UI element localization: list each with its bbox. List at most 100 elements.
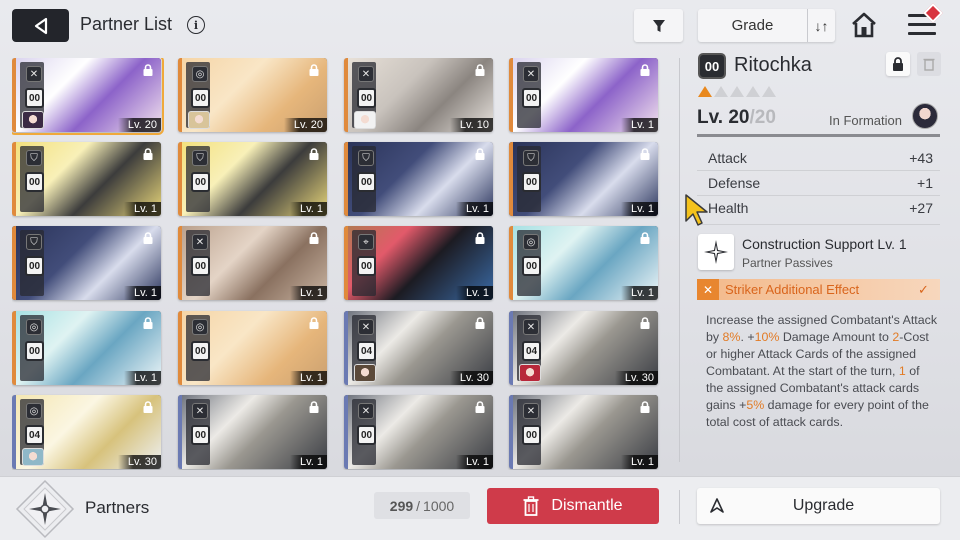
partner-card[interactable]: ✕ 00 Lv. 1 [178, 395, 327, 469]
striker-class-icon: ✕ [358, 319, 374, 335]
partner-card[interactable]: ◎ 00 Lv. 20 [178, 58, 327, 132]
card-cost: 00 [522, 172, 541, 192]
star-empty-icon [762, 86, 776, 97]
card-level: Lv. 1 [455, 286, 493, 300]
lock-toggle-button[interactable] [886, 52, 910, 76]
card-cost: 00 [191, 341, 210, 361]
partner-card[interactable]: ◎ 04 Lv. 30 [12, 395, 161, 469]
star-empty-icon [746, 86, 760, 97]
card-cost: 00 [191, 256, 210, 276]
rarity-edge [178, 142, 182, 216]
card-level: Lv. 30 [614, 371, 658, 385]
partner-card[interactable]: ✕ 00 Lv. 10 [344, 58, 493, 132]
filter-button[interactable] [634, 9, 683, 42]
lock-icon [141, 231, 155, 245]
partner-count-separator: / [416, 497, 421, 514]
partner-card[interactable]: ✕ 00 Lv. 1 [344, 395, 493, 469]
lock-icon [307, 316, 321, 330]
stat-value: +1 [917, 175, 933, 191]
rarity-edge [509, 311, 513, 385]
lock-icon [473, 147, 487, 161]
assigned-combatant-avatar [22, 448, 44, 466]
home-icon[interactable] [850, 11, 878, 39]
partner-card[interactable]: ⛉ 00 Lv. 1 [178, 142, 327, 216]
striker-class-icon: ✕ [358, 403, 374, 419]
dismantle-single-button[interactable] [917, 52, 941, 76]
striker-class-icon: ✕ [523, 319, 539, 335]
in-formation-label: In Formation [829, 113, 902, 128]
partner-card[interactable]: ⛉ 00 Lv. 1 [12, 226, 161, 300]
lock-icon [638, 400, 652, 414]
partner-card[interactable]: ◎ 00 Lv. 1 [12, 311, 161, 385]
lock-icon [638, 316, 652, 330]
lock-icon [638, 231, 652, 245]
rarity-edge [178, 311, 182, 385]
level-current: Lv. 20 [697, 107, 750, 128]
lock-icon [473, 316, 487, 330]
dismantle-label: Dismantle [551, 497, 623, 514]
grade-label: Grade [731, 17, 774, 34]
striker-effect-label: Striker Additional Effect [725, 282, 860, 297]
partner-card[interactable]: ✕ 00 Lv. 1 [178, 226, 327, 300]
card-level: Lv. 10 [449, 118, 493, 132]
stat-divider [697, 224, 940, 225]
card-cost: 00 [522, 425, 541, 445]
controller-class-icon: ◎ [192, 66, 208, 82]
formation-combatant-avatar[interactable] [912, 103, 938, 129]
partner-card[interactable]: ✕ 00 Lv. 20 [12, 58, 164, 135]
lock-icon [141, 63, 155, 77]
level-display: Lv. 20/20 [697, 107, 776, 129]
partner-card[interactable]: ⛉ 00 Lv. 1 [509, 142, 658, 216]
rarity-edge [344, 395, 348, 469]
controller-class-icon: ◎ [26, 319, 42, 335]
card-level: Lv. 1 [123, 286, 161, 300]
trash-icon [923, 58, 935, 71]
partner-card[interactable]: ⛉ 00 Lv. 1 [344, 142, 493, 216]
striker-effect-bar[interactable]: ✕ Striker Additional Effect ✓ [697, 279, 940, 300]
partner-passive-icon[interactable] [698, 234, 734, 270]
partner-card[interactable]: ✕ 04 Lv. 30 [344, 311, 493, 385]
striker-class-icon: ✕ [358, 66, 374, 82]
star-empty-icon [730, 86, 744, 97]
card-level: Lv. 1 [620, 286, 658, 300]
sort-order-icon[interactable]: ↓↑ [807, 9, 835, 42]
striker-class-icon: ✕ [523, 403, 539, 419]
card-level: Lv. 1 [620, 202, 658, 216]
lock-icon [473, 231, 487, 245]
rarity-edge [344, 311, 348, 385]
partner-card[interactable]: ⛉ 00 Lv. 1 [12, 142, 161, 216]
cost-badge: 00 [698, 53, 726, 79]
stat-row-attack: Attack +43 [708, 150, 933, 166]
partner-card[interactable]: ⌖ 00 Lv. 1 [344, 226, 493, 300]
card-level: Lv. 1 [455, 455, 493, 469]
partner-card[interactable]: ✕ 00 Lv. 1 [509, 395, 658, 469]
partner-count: 299/1000 [374, 492, 470, 519]
description-highlight: 10% [754, 330, 780, 344]
rarity-edge [178, 395, 182, 469]
lock-icon [638, 63, 652, 77]
partner-card[interactable]: ✕ 00 Lv. 1 [509, 58, 658, 132]
lock-icon [141, 147, 155, 161]
assigned-combatant-avatar [22, 111, 44, 129]
upgrade-button[interactable]: Upgrade [697, 488, 940, 524]
assigned-combatant-avatar [188, 111, 210, 129]
partner-card[interactable]: ✕ 04 Lv. 30 [509, 311, 658, 385]
card-cost: 00 [522, 256, 541, 276]
card-cost: 00 [357, 172, 376, 192]
checkmark-icon: ✓ [918, 281, 929, 297]
grade-sort-button[interactable]: Grade ↓↑ [698, 9, 835, 42]
card-cost: 00 [25, 341, 44, 361]
striker-class-icon: ✕ [523, 66, 539, 82]
lock-icon [473, 63, 487, 77]
lock-icon [141, 400, 155, 414]
info-icon[interactable]: i [187, 16, 205, 34]
dismantle-button[interactable]: Dismantle [487, 488, 659, 524]
card-cost: 04 [25, 425, 44, 445]
partner-card[interactable]: ◎ 00 Lv. 1 [178, 311, 327, 385]
rarity-edge [509, 142, 513, 216]
partner-card[interactable]: ◎ 00 Lv. 1 [509, 226, 658, 300]
card-level: Lv. 1 [289, 455, 327, 469]
back-button[interactable] [12, 9, 69, 42]
rarity-edge [178, 58, 182, 132]
card-cost: 00 [357, 425, 376, 445]
